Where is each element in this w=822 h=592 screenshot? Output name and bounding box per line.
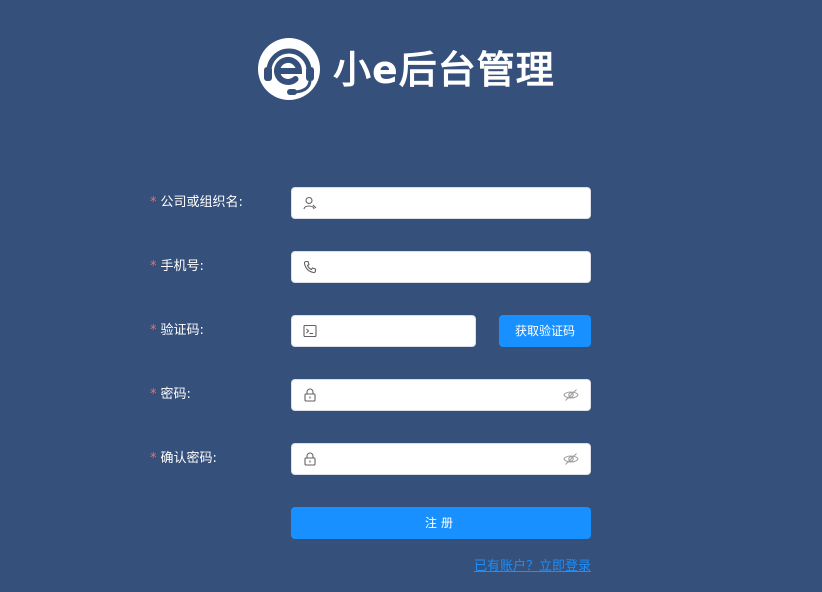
confirm-password-input[interactable] (324, 444, 554, 474)
lock-icon (304, 452, 316, 466)
company-input[interactable] (324, 188, 554, 218)
code-input[interactable] (324, 316, 464, 346)
eye-hidden-icon[interactable] (563, 388, 579, 402)
required-mark: * (150, 451, 157, 466)
phone-icon (303, 260, 317, 274)
get-code-button[interactable]: 获取验证码 (499, 315, 591, 347)
company-field[interactable] (291, 187, 591, 219)
phone-field[interactable] (291, 251, 591, 283)
confirm-password-label: * 确认密码: (150, 443, 217, 475)
phone-label: * 手机号: (150, 251, 204, 283)
brand-logo: 小e后台管理 (257, 37, 554, 101)
brand-title: 小e后台管理 (333, 48, 555, 92)
company-label: * 公司或组织名: (150, 187, 243, 219)
register-button[interactable]: 注册 (291, 507, 591, 539)
required-mark: * (150, 387, 157, 402)
eye-hidden-icon[interactable] (563, 452, 579, 466)
code-label-text: 验证码: (160, 323, 204, 338)
form-row-code: * 验证码: 获取验证码 (150, 315, 591, 347)
required-mark: * (150, 195, 157, 210)
password-input[interactable] (324, 380, 554, 410)
phone-label-text: 手机号: (160, 259, 204, 274)
form-row-password: * 密码: (150, 379, 591, 411)
form-row-phone: * 手机号: (150, 251, 591, 283)
confirm-password-field[interactable] (291, 443, 591, 475)
required-mark: * (150, 323, 157, 338)
form-row-confirm-password: * 确认密码: (150, 443, 591, 475)
password-label-text: 密码: (160, 387, 191, 402)
confirm-password-label-text: 确认密码: (160, 451, 217, 466)
message-icon (303, 324, 317, 338)
user-icon (303, 196, 317, 210)
password-label: * 密码: (150, 379, 191, 411)
required-mark: * (150, 259, 157, 274)
register-page: 小e后台管理 * 公司或组织名: * 手机号: * 验证码: 获取验证码 * 密… (0, 0, 822, 592)
login-link[interactable]: 已有账户？立即登录 (474, 555, 591, 574)
password-field[interactable] (291, 379, 591, 411)
lock-icon (304, 388, 316, 402)
code-field[interactable] (291, 315, 476, 347)
company-label-text: 公司或组织名: (160, 195, 243, 210)
phone-input[interactable] (324, 252, 554, 282)
form-row-company: * 公司或组织名: (150, 187, 591, 219)
headset-e-logo-icon (258, 38, 320, 100)
code-label: * 验证码: (150, 315, 204, 347)
